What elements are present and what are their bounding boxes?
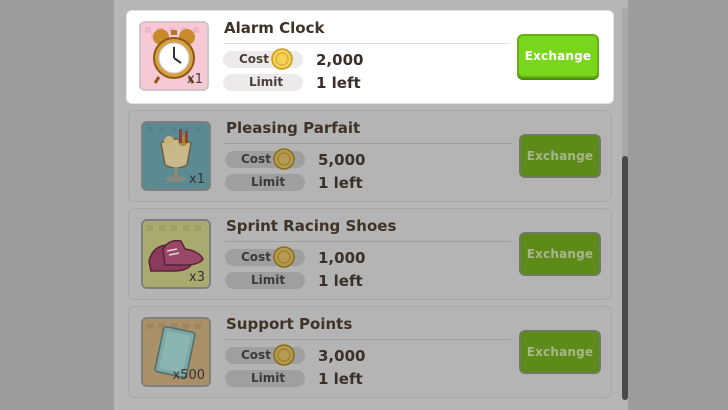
item-icon-frame: x500: [141, 317, 211, 387]
scrollbar-track[interactable]: [622, 8, 628, 400]
cost-value: 5,000: [318, 151, 366, 169]
limit-label: Limit: [225, 272, 305, 289]
divider: [225, 143, 511, 144]
divider: [223, 43, 509, 44]
shop-item-pleasing-parfait: x1 Pleasing Parfait Cost 5,000 Limit 1 l…: [128, 110, 612, 202]
cost-value: 3,000: [318, 347, 366, 365]
scrollbar-thumb[interactable]: [622, 156, 628, 400]
shop-item-alarm-clock: x1 Alarm Clock Cost 2,000 Limit 1 left E…: [126, 10, 614, 104]
item-icon-frame: x1: [141, 121, 211, 191]
coin-icon: [271, 48, 293, 70]
cost-value: 2,000: [316, 51, 364, 69]
item-name: Alarm Clock: [224, 19, 325, 37]
item-quantity: x1: [189, 172, 205, 187]
exchange-button[interactable]: Exchange: [519, 330, 601, 374]
exchange-button[interactable]: Exchange: [519, 232, 601, 276]
item-name: Pleasing Parfait: [226, 119, 361, 137]
item-icon-frame: x3: [141, 219, 211, 289]
limit-value: 1 left: [316, 74, 361, 92]
limit-value: 1 left: [318, 174, 363, 192]
item-name: Sprint Racing Shoes: [226, 217, 397, 235]
shop-item-support-points: x500 Support Points Cost 3,000 Limit 1 l…: [128, 306, 612, 398]
shop-item-sprint-racing-shoes: x3 Sprint Racing Shoes Cost 1,000 Limit …: [128, 208, 612, 300]
item-icon-frame: x1: [139, 21, 209, 91]
coin-icon: [273, 148, 295, 170]
limit-value: 1 left: [318, 370, 363, 388]
item-name: Support Points: [226, 315, 353, 333]
limit-value: 1 left: [318, 272, 363, 290]
limit-label: Limit: [223, 74, 303, 91]
exchange-button[interactable]: Exchange: [519, 134, 601, 178]
exchange-button[interactable]: Exchange: [517, 34, 599, 78]
limit-label: Limit: [225, 174, 305, 191]
divider: [225, 339, 511, 340]
divider: [225, 241, 511, 242]
coin-icon: [273, 344, 295, 366]
cost-value: 1,000: [318, 249, 366, 267]
item-quantity: x1: [187, 72, 203, 87]
limit-label: Limit: [225, 370, 305, 387]
coin-icon: [273, 246, 295, 268]
item-quantity: x500: [172, 368, 205, 383]
item-quantity: x3: [189, 270, 205, 285]
